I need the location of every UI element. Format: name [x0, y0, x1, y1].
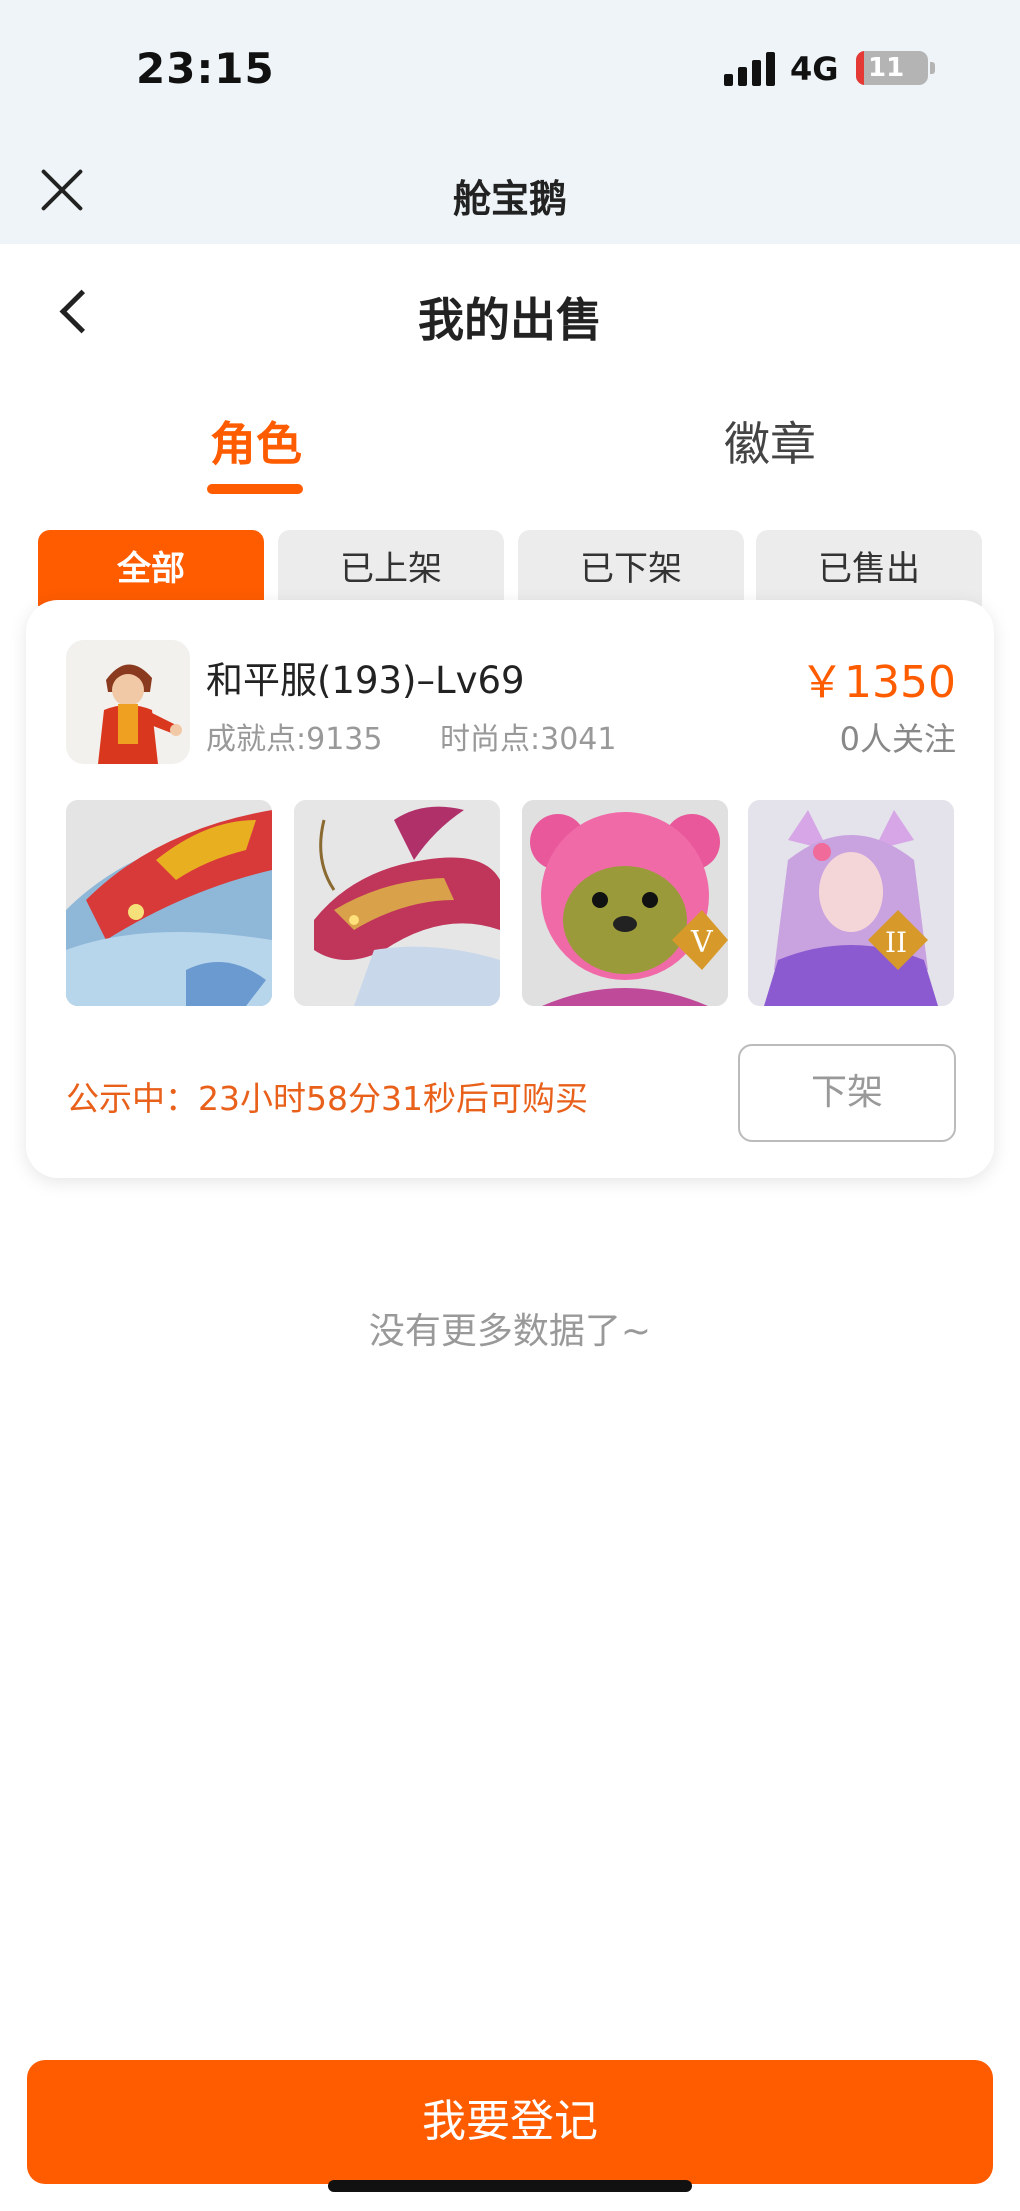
character-avatar	[66, 640, 190, 764]
filter-sold[interactable]: 已售出	[756, 530, 982, 606]
listing-card[interactable]: 和平服(193)–Lv69 ￥1350 成就点:9135 时尚点:3041 0人…	[26, 600, 994, 1178]
battery-level: 11	[868, 53, 905, 83]
follower-count: 0人关注	[839, 720, 956, 758]
tier-badge-v: V	[690, 925, 714, 960]
achievement-points: 成就点:9135	[206, 722, 383, 757]
filter-delisted[interactable]: 已下架	[518, 530, 744, 606]
battery-icon: 11	[856, 51, 928, 85]
tier-badge-ii: II	[885, 926, 907, 959]
skin-thumbnail-fox-girl[interactable]: II	[748, 800, 954, 1006]
filter-all[interactable]: 全部	[38, 530, 264, 606]
tab-role[interactable]: 角色	[210, 408, 302, 474]
network-type: 4G	[790, 50, 839, 88]
tab-active-indicator	[207, 484, 303, 494]
publicity-notice: 公示中：23小时58分31秒后可购买	[66, 1079, 588, 1118]
skin-thumbnail-pink-bear[interactable]: V	[522, 800, 728, 1006]
battery-nub	[930, 62, 935, 74]
fashion-points: 时尚点:3041	[440, 722, 617, 757]
skin-thumbnail-dragon[interactable]	[294, 800, 500, 1006]
home-indicator	[328, 2180, 692, 2192]
status-time: 23:15	[136, 44, 275, 93]
listing-title: 和平服(193)–Lv69	[206, 659, 525, 702]
signal-icon	[724, 52, 778, 86]
tab-badge[interactable]: 徽章	[724, 408, 816, 474]
listing-price: ￥1350	[800, 657, 956, 708]
page-title: 我的出售	[418, 293, 602, 347]
register-button[interactable]: 我要登记	[27, 2060, 993, 2184]
skin-thumbnail-shark[interactable]	[66, 800, 272, 1006]
delist-button[interactable]: 下架	[738, 1044, 956, 1142]
filter-listed[interactable]: 已上架	[278, 530, 504, 606]
top-bar: 23:15 4G 11 舱宝鹅	[0, 0, 1020, 244]
no-more-data-text: 没有更多数据了~	[368, 1311, 652, 1352]
app-title: 舱宝鹅	[452, 177, 567, 221]
